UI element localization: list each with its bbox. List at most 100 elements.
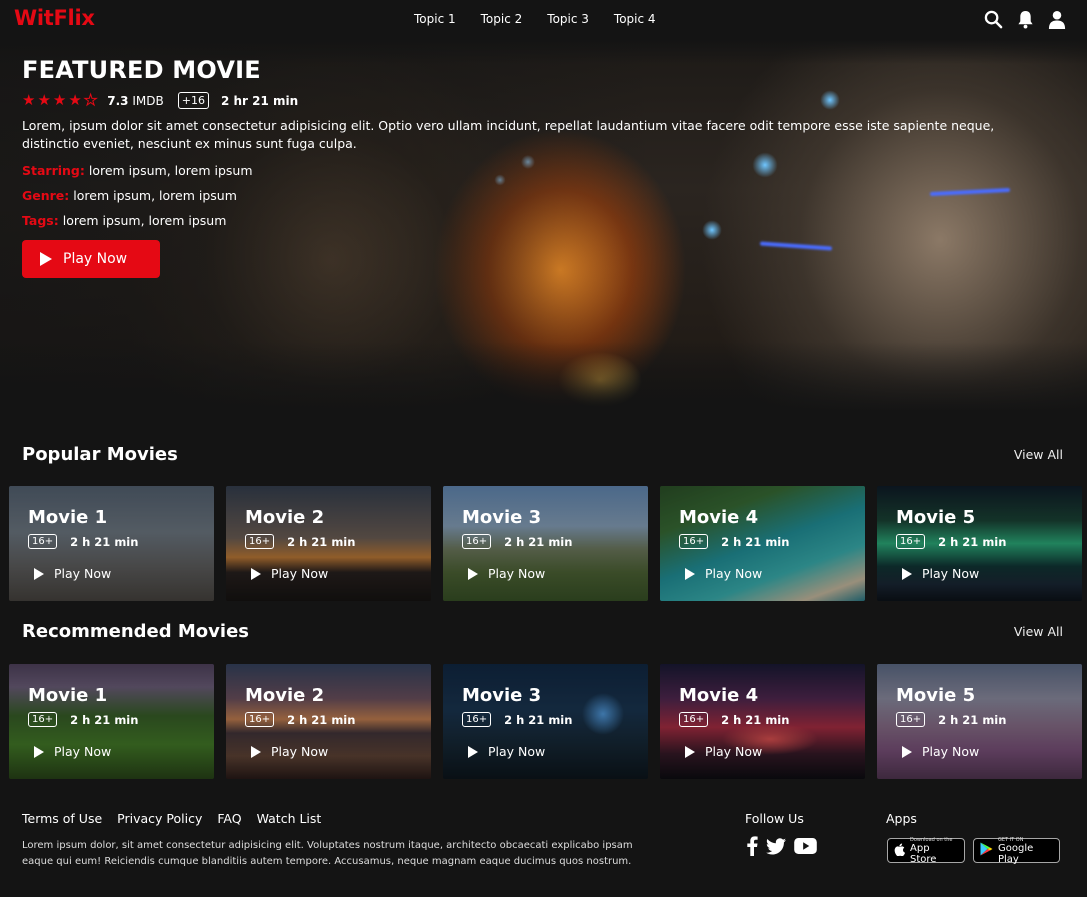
card-play-button[interactable]: Play Now: [685, 566, 762, 581]
footer-link-privacy[interactable]: Privacy Policy: [117, 811, 202, 826]
movie-card[interactable]: Movie 2 16+ 2 h 21 min Play Now: [226, 486, 431, 601]
play-icon: [685, 567, 695, 580]
nav-topic-1[interactable]: Topic 1: [414, 12, 456, 26]
age-badge: 16+: [28, 534, 58, 549]
play-now-button[interactable]: Play Now: [22, 240, 160, 278]
rating-value: 7.3: [107, 93, 129, 108]
card-play-button[interactable]: Play Now: [685, 744, 762, 759]
movie-title: Movie 3: [462, 685, 542, 706]
social-links: [746, 836, 817, 860]
app-store-text: App Store: [910, 842, 937, 865]
movie-card[interactable]: Movie 4 16+ 2 h 21 min Play Now: [660, 664, 865, 779]
nav-topic-2[interactable]: Topic 2: [481, 12, 523, 26]
card-play-button[interactable]: Play Now: [902, 566, 979, 581]
movie-card[interactable]: Movie 1 16+ 2 h 21 min Play Now: [9, 664, 214, 779]
search-icon[interactable]: [983, 9, 1003, 29]
play-icon: [251, 745, 261, 758]
duration: 2 h 21 min: [938, 712, 1007, 727]
age-badge: 16+: [896, 712, 926, 727]
movie-title: Movie 1: [28, 507, 108, 528]
movie-card[interactable]: Movie 2 16+ 2 h 21 min Play Now: [226, 664, 431, 779]
duration: 2 h 21 min: [721, 534, 790, 549]
movie-card[interactable]: Movie 3 16+ 2 h 21 min Play Now: [443, 664, 648, 779]
play-label: Play Now: [705, 566, 763, 581]
duration: 2 h 21 min: [504, 534, 573, 549]
facebook-icon[interactable]: [746, 836, 758, 860]
star-filled-icon: ★: [52, 91, 67, 109]
top-nav-bar: WitFlix Topic 1 Topic 2 Topic 3 Topic 4: [0, 0, 1087, 40]
movie-card[interactable]: Movie 3 16+ 2 h 21 min Play Now: [443, 486, 648, 601]
movie-card[interactable]: Movie 1 16+ 2 h 21 min Play Now: [9, 486, 214, 601]
logo[interactable]: WitFlix: [14, 6, 95, 30]
play-label: Play Now: [922, 566, 980, 581]
play-now-label: Play Now: [63, 251, 128, 267]
card-play-button[interactable]: Play Now: [34, 744, 111, 759]
play-icon: [468, 567, 478, 580]
recommended-view-all-link[interactable]: View All: [1014, 624, 1063, 639]
age-badge: 16+: [245, 712, 275, 727]
movie-title: Movie 3: [462, 507, 542, 528]
movie-meta: 16+ 2 h 21 min: [462, 712, 572, 727]
rating-source: IMDB: [132, 93, 164, 108]
play-label: Play Now: [922, 744, 980, 759]
featured-meta: ★ ★ ★ ★ ★ 7.3 IMDB +16 2 hr 21 min: [22, 92, 1022, 109]
google-play-badge[interactable]: GET IT ON Google Play: [973, 837, 1060, 865]
duration: 2 h 21 min: [287, 534, 356, 549]
age-badge: +16: [177, 92, 209, 109]
nav-topic-3[interactable]: Topic 3: [547, 12, 589, 26]
star-filled-icon: ★: [68, 91, 82, 109]
footer-link-faq[interactable]: FAQ: [217, 811, 241, 826]
footer-links: Terms of Use Privacy Policy FAQ Watch Li…: [22, 811, 336, 826]
movie-card[interactable]: Movie 5 16+ 2 h 21 min Play Now: [877, 664, 1082, 779]
duration: 2 h 21 min: [504, 712, 573, 727]
movie-title: Movie 4: [679, 685, 759, 706]
play-icon: [902, 745, 912, 758]
footer-link-terms[interactable]: Terms of Use: [22, 811, 102, 826]
genre-value: lorem ipsum, lorem ipsum: [73, 188, 237, 203]
tags-label: Tags:: [22, 213, 59, 228]
movie-card[interactable]: Movie 5 16+ 2 h 21 min Play Now: [877, 486, 1082, 601]
twitter-icon[interactable]: [766, 837, 786, 859]
starring-label: Starring:: [22, 163, 85, 178]
app-store-badge[interactable]: Download on the App Store: [887, 837, 965, 865]
youtube-icon[interactable]: [794, 838, 817, 858]
movie-title: Movie 1: [28, 685, 108, 706]
duration: 2 h 21 min: [287, 712, 356, 727]
user-icon[interactable]: [1047, 9, 1067, 29]
follow-us-title: Follow Us: [745, 811, 804, 826]
main-nav: Topic 1 Topic 2 Topic 3 Topic 4: [414, 12, 681, 26]
movie-card[interactable]: Movie 4 16+ 2 h 21 min Play Now: [660, 486, 865, 601]
imdb-rating: 7.3 IMDB: [107, 94, 163, 108]
star-empty-icon: ★: [83, 91, 98, 109]
footer-link-watch-list[interactable]: Watch List: [257, 811, 322, 826]
google-play-icon: [980, 841, 993, 860]
card-play-button[interactable]: Play Now: [251, 744, 328, 759]
duration: 2 h 21 min: [938, 534, 1007, 549]
play-label: Play Now: [271, 566, 329, 581]
movie-title: Movie 2: [245, 507, 325, 528]
movie-meta: 16+ 2 h 21 min: [896, 534, 1006, 549]
movie-title: Movie 5: [896, 685, 976, 706]
nav-topic-4[interactable]: Topic 4: [614, 12, 656, 26]
tags-value: lorem ipsum, lorem ipsum: [62, 213, 227, 228]
popular-view-all-link[interactable]: View All: [1014, 447, 1063, 462]
duration: 2 hr 21 min: [220, 93, 299, 108]
movie-title: Movie 5: [896, 507, 976, 528]
genre-label: Genre:: [22, 188, 70, 203]
starring-value: lorem ipsum, lorem ipsum: [88, 163, 253, 178]
bell-icon[interactable]: [1015, 9, 1035, 29]
movie-meta: 16+ 2 h 21 min: [679, 534, 789, 549]
card-play-button[interactable]: Play Now: [468, 744, 545, 759]
card-play-button[interactable]: Play Now: [902, 744, 979, 759]
card-play-button[interactable]: Play Now: [34, 566, 111, 581]
header-actions: [983, 9, 1067, 29]
card-play-button[interactable]: Play Now: [468, 566, 545, 581]
play-label: Play Now: [54, 566, 112, 581]
genre-line: Genre: lorem ipsum, lorem ipsum: [22, 188, 1022, 203]
card-play-button[interactable]: Play Now: [251, 566, 328, 581]
play-icon: [685, 745, 695, 758]
play-icon: [902, 567, 912, 580]
popular-movies-row: Movie 1 16+ 2 h 21 min Play Now Movie 2 1…: [9, 486, 1082, 601]
duration: 2 h 21 min: [70, 534, 139, 549]
star-filled-icon: ★: [37, 91, 51, 109]
